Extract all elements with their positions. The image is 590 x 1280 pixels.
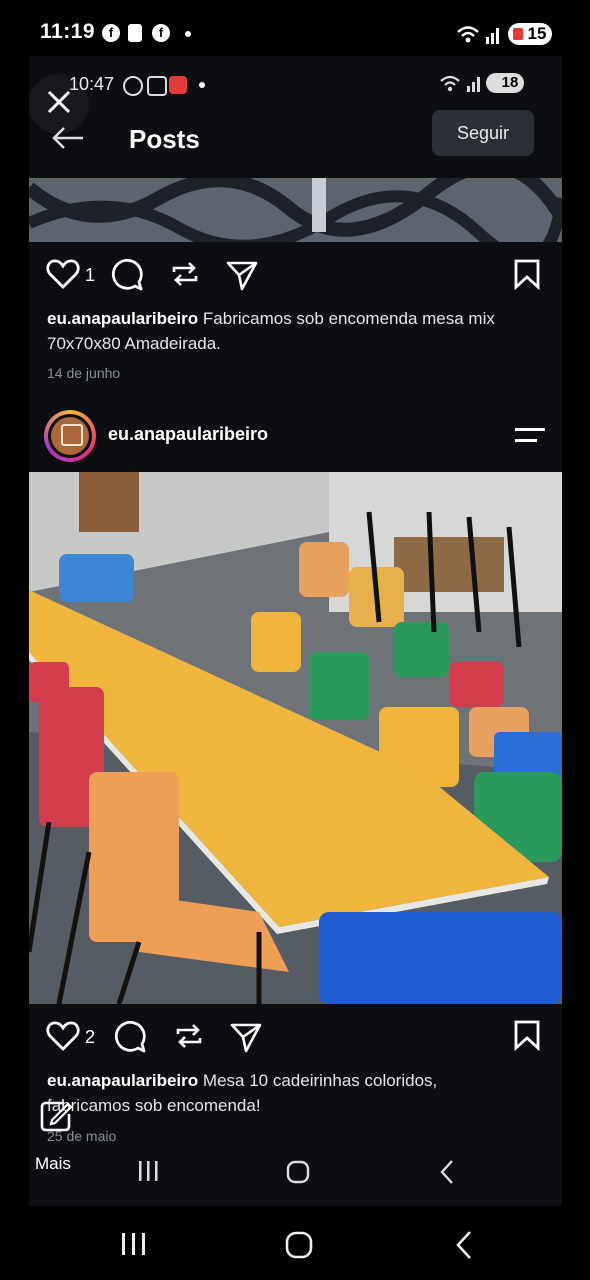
photo-table-chairs (29, 472, 562, 1004)
photo-pavement (29, 178, 562, 242)
post-username[interactable]: eu.anapaularibeiro (108, 424, 268, 445)
battery-icon: 15 (508, 23, 552, 45)
status-bar: 11:19 f f 15 (0, 0, 590, 56)
more-notifications-dot (199, 82, 205, 88)
post-image[interactable] (29, 472, 562, 1004)
screenshot-viewer: 10:47 18 Posts Seguir 1 eu.anapaularibei… (29, 56, 562, 1206)
post-caption: eu.anapaularibeiro Mesa 10 cadeirinhas c… (47, 1068, 547, 1118)
like-count: 2 (85, 1027, 96, 1047)
caption-text-line2: fabricamos sob encomenda! (47, 1096, 261, 1115)
caption-username[interactable]: eu.anapaularibeiro (47, 1071, 198, 1090)
post-image-previous[interactable] (29, 178, 562, 242)
post-caption: eu.anapaularibeiro Fabricamos sob encome… (47, 306, 547, 356)
repost-icon[interactable] (173, 1020, 205, 1052)
alert-icon (128, 24, 142, 42)
wifi-signal-icon (440, 75, 480, 92)
repost-icon[interactable] (169, 258, 201, 290)
more-notifications-dot (185, 31, 191, 37)
like-heart-icon[interactable] (46, 1020, 80, 1052)
more-label[interactable]: Mais (35, 1154, 71, 1174)
wifi-signal-icon (457, 26, 499, 44)
bookmark-icon[interactable] (513, 258, 541, 290)
comment-icon[interactable] (110, 258, 144, 292)
home-icon[interactable] (286, 1160, 310, 1184)
avatar[interactable] (44, 410, 96, 462)
bookmark-icon[interactable] (513, 1019, 541, 1051)
edit-icon[interactable] (38, 1098, 74, 1134)
back-arrow-icon[interactable] (51, 126, 85, 150)
home-icon[interactable] (285, 1231, 313, 1259)
navigation-bar (0, 1206, 590, 1280)
back-icon[interactable] (455, 1230, 473, 1260)
page-title: Posts (129, 124, 200, 154)
share-icon[interactable] (229, 1020, 263, 1054)
facebook-icon: f (102, 24, 120, 42)
comment-icon[interactable] (113, 1020, 147, 1054)
share-icon[interactable] (225, 258, 259, 292)
battery-icon: 18 (486, 73, 524, 93)
back-icon[interactable] (439, 1159, 455, 1185)
more-options-icon[interactable] (515, 426, 545, 446)
screenshot-icon (147, 76, 167, 96)
like-heart-icon[interactable] (46, 258, 80, 290)
post-date: 14 de junho (47, 365, 121, 381)
recent-apps-icon[interactable] (137, 1160, 161, 1182)
app-badge-icon (169, 76, 187, 94)
inner-header: 10:47 18 Posts Seguir (29, 56, 562, 178)
facebook-icon: f (152, 24, 170, 42)
whatsapp-icon (123, 76, 143, 96)
like-count: 1 (85, 265, 96, 285)
follow-button[interactable]: Seguir (432, 110, 534, 156)
recent-apps-icon[interactable] (120, 1232, 148, 1256)
status-time: 11:19 (40, 20, 96, 43)
inner-status-time: 10:47 (69, 74, 115, 94)
caption-username[interactable]: eu.anapaularibeiro (47, 309, 198, 328)
caption-text: Mesa 10 cadeirinhas coloridos, (202, 1071, 438, 1090)
